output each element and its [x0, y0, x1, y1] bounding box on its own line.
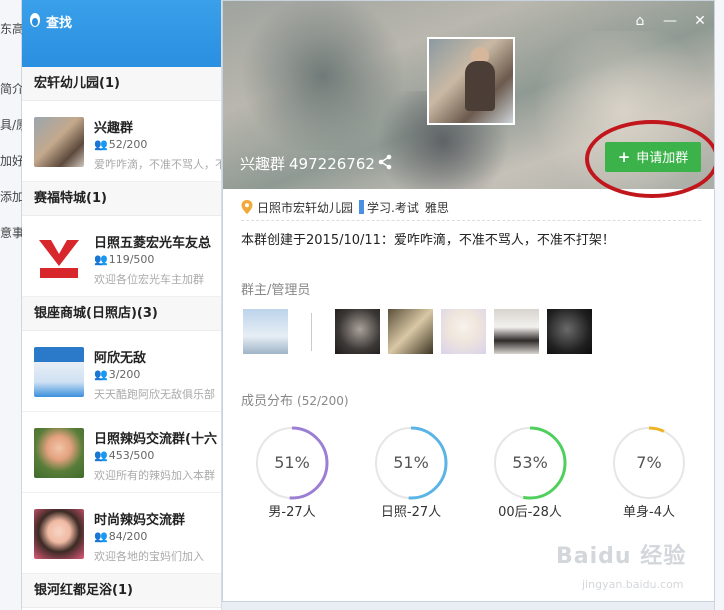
ring-percent: 53%	[512, 453, 548, 472]
share-icon[interactable]	[377, 154, 393, 170]
group-id: 497226762	[289, 155, 375, 173]
bg-fragment: 东高	[0, 22, 22, 36]
admin-avatar[interactable]	[441, 309, 486, 354]
group-title: 兴趣群 497226762	[240, 153, 375, 174]
divider	[311, 313, 312, 351]
member-distribution-ring: 51% 男-27人	[254, 425, 334, 525]
bg-fragment: 意事	[0, 226, 22, 240]
bg-fragment: 加好	[0, 154, 22, 168]
group-member-count: 👥52/200	[94, 138, 147, 151]
minimize-icon[interactable]: —	[662, 13, 678, 29]
admins-section-title: 群主/管理员	[241, 283, 311, 298]
group-member-count: 👥119/500	[94, 253, 154, 266]
ring-percent: 51%	[393, 453, 429, 472]
group-list-item[interactable]: 日照辣妈交流群(十六 👥453/500 欢迎所有的辣妈加入本群	[22, 412, 221, 493]
group-name: 阿欣无敌	[94, 351, 147, 366]
close-icon[interactable]: ✕	[692, 13, 708, 29]
group-name: 兴趣群	[94, 121, 134, 136]
group-tag: 学习.考试	[367, 200, 419, 215]
group-member-count: 👥84/200	[94, 530, 147, 543]
people-icon: 👥	[94, 253, 108, 266]
highlight-annotation-circle	[585, 120, 714, 198]
member-count-value: 52/200	[108, 138, 148, 151]
group-list-item[interactable]: 时尚辣妈交流群 👥84/200 欢迎各地的宝妈们加入	[22, 493, 221, 574]
bg-fragment: 具/原	[0, 118, 22, 132]
ring-percent: 51%	[274, 453, 310, 472]
ring-label: 日照-27人	[380, 505, 442, 520]
members-section-title: 成员分布 (52/200)	[241, 390, 349, 409]
divider	[241, 220, 701, 221]
group-description: 天天酷跑阿欣无敌俱乐部	[94, 388, 215, 401]
people-icon: 👥	[94, 530, 108, 543]
group-description: 欢迎所有的辣妈加入本群	[94, 469, 215, 482]
member-distribution-ring: 7% 单身-4人	[611, 425, 691, 525]
group-tag: 雅思	[424, 200, 449, 215]
section-title: 宏轩幼儿园(1)	[22, 67, 221, 101]
member-count-value: 453/500	[108, 449, 155, 462]
members-count: (52/200)	[297, 394, 349, 408]
wuling-logo-icon	[39, 240, 79, 278]
baidu-watermark: Baidu 经验	[556, 544, 687, 569]
ring-percent: 7%	[636, 453, 662, 472]
section-title: 赛福特城(1)	[22, 182, 221, 216]
ring-label: 单身-4人	[623, 505, 675, 520]
group-avatar-large	[427, 37, 515, 125]
baidu-watermark-url: jingyan.baidu.com	[582, 578, 684, 591]
background-right-strip	[714, 0, 724, 610]
members-title-label: 成员分布	[241, 394, 294, 409]
find-window-title: 查找	[46, 16, 73, 31]
find-panel: 查找 宏轩幼儿园(1) 兴趣群 👥52/200 爱咋咋滴，不准不骂人，不准不打架…	[22, 0, 222, 610]
group-description: 欢迎各位宏光车主加群	[94, 273, 204, 286]
bg-fragment: 添加	[0, 190, 22, 204]
group-avatar	[34, 232, 84, 282]
group-avatar	[34, 117, 84, 167]
bg-fragment: 简介	[0, 82, 22, 96]
people-icon: 👥	[94, 368, 108, 381]
people-icon: 👥	[94, 449, 108, 462]
admin-avatar[interactable]	[243, 309, 288, 354]
member-count-value: 84/200	[108, 530, 148, 543]
avatar-figure-body	[465, 61, 495, 111]
skin-icon[interactable]: ⌂	[632, 13, 648, 29]
group-avatar	[34, 509, 84, 559]
member-distribution-ring: 53% 00后-28人	[492, 425, 572, 525]
ring-label: 男-27人	[268, 505, 316, 520]
group-avatar	[34, 347, 84, 397]
admin-avatar[interactable]	[388, 309, 433, 354]
group-list-item[interactable]: 阿欣无敌 👥3/200 天天酷跑阿欣无敌俱乐部	[22, 331, 221, 412]
tag-marker-icon	[359, 200, 365, 214]
admin-avatar[interactable]	[494, 309, 539, 354]
group-name: 日照辣妈交流群(十六	[94, 432, 217, 447]
group-description: 欢迎各地的宝妈们加入	[94, 550, 204, 563]
group-avatar	[34, 428, 84, 478]
section-title: 银河红都足浴(1)	[22, 574, 221, 608]
ring-label: 00后-28人	[498, 505, 562, 520]
member-count-value: 3/200	[108, 368, 141, 381]
qq-penguin-icon	[30, 13, 40, 27]
group-location: 日照市宏轩幼儿园	[257, 200, 354, 215]
group-member-count: 👥3/200	[94, 368, 140, 381]
section-title: 银座商城(日照店)(3)	[22, 297, 221, 331]
find-header: 查找	[22, 0, 221, 67]
group-introduction: 本群创建于2015/10/11：爱咋咋滴，不准不骂人，不准不打架！	[241, 233, 615, 248]
group-member-count: 👥453/500	[94, 449, 154, 462]
people-icon: 👥	[94, 138, 108, 151]
group-description: 爱咋咋滴，不准不骂人，不准不打架！	[94, 158, 222, 171]
member-distribution-ring: 51% 日照-27人	[373, 425, 453, 525]
member-count-value: 119/500	[108, 253, 155, 266]
group-detail-panel: ⌂ — ✕ 兴趣群 497226762 + 申请加群 日照市宏轩幼儿园 学习.考试 …	[222, 0, 715, 602]
group-name: 兴趣群	[240, 155, 286, 173]
group-list-item[interactable]: 兴趣群 👥52/200 爱咋咋滴，不准不骂人，不准不打架！	[22, 101, 221, 182]
group-list-item[interactable]: 日照五菱宏光车友总 👥119/500 欢迎各位宏光车主加群	[22, 216, 221, 297]
group-name: 日照五菱宏光车友总	[94, 236, 212, 251]
group-name: 时尚辣妈交流群	[94, 513, 186, 528]
window-controls: ⌂ — ✕	[632, 13, 708, 29]
admin-avatar[interactable]	[335, 309, 380, 354]
group-meta-row: 日照市宏轩幼儿园 学习.考试 雅思	[241, 198, 449, 216]
location-pin-icon	[241, 200, 253, 214]
admin-avatar[interactable]	[547, 309, 592, 354]
background-browser-strip: 东高 简介 具/原 加好 添加 意事	[0, 0, 22, 610]
